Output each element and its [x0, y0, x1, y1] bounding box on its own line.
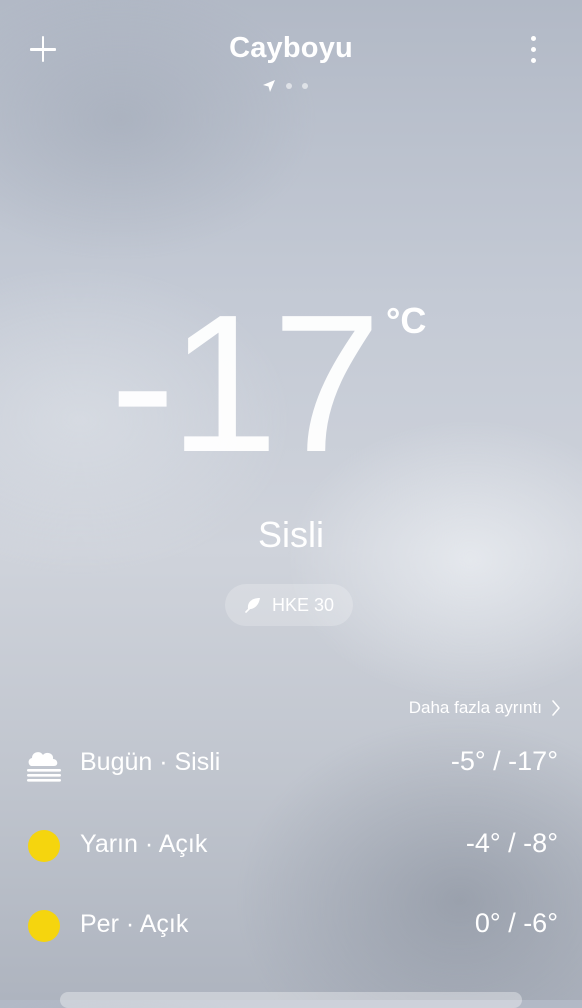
bottom-sheet-handle[interactable]	[60, 992, 522, 1008]
current-location-icon	[263, 80, 275, 92]
more-details-link[interactable]: Daha fazla ayrıntı	[409, 698, 562, 718]
forecast-day-label: Bugün · Sisli	[80, 748, 221, 776]
sun-icon	[28, 910, 60, 942]
forecast-temp-range: -4° / -8°	[465, 828, 558, 858]
more-dot	[531, 47, 536, 52]
forecast-row-today[interactable]: Bugün · Sisli -5° / -17°	[0, 722, 582, 802]
current-temperature: -17	[110, 274, 381, 493]
air-quality-badge[interactable]: HKE 30	[225, 584, 353, 626]
forecast-day-label: Yarın · Açık	[80, 830, 208, 858]
forecast-day-label: Per · Açık	[80, 910, 189, 938]
city-name[interactable]: Cayboyu	[0, 32, 582, 65]
fog-icon	[27, 752, 61, 782]
forecast-row-thursday[interactable]: Per · Açık 0° / -6°	[0, 884, 582, 964]
more-details-label: Daha fazla ayrıntı	[408, 698, 542, 717]
leaf-icon	[245, 598, 260, 613]
current-condition: Sisli	[257, 514, 324, 555]
sun-icon	[28, 830, 60, 862]
air-quality-label: HKE 30	[271, 594, 335, 615]
forecast-row-tomorrow[interactable]: Yarın · Açık -4° / -8°	[0, 804, 582, 884]
more-dot	[531, 36, 536, 41]
more-options-button[interactable]	[523, 34, 545, 66]
forecast-temp-range: -5° / -17°	[450, 746, 558, 776]
temperature-unit: °C	[386, 300, 427, 341]
forecast-temp-range: 0° / -6°	[474, 908, 558, 938]
more-dot	[531, 58, 536, 63]
page-dot	[302, 83, 308, 89]
page-dot	[286, 83, 292, 89]
top-bar: Cayboyu	[0, 0, 582, 100]
page-indicator	[262, 78, 308, 94]
chevron-right-icon	[552, 700, 560, 716]
